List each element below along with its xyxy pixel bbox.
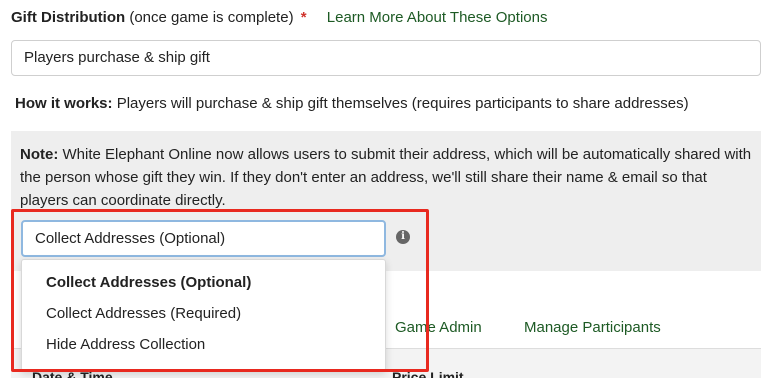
tab-manage-participants[interactable]: Manage Participants [524, 319, 661, 336]
required-marker: * [300, 9, 307, 26]
note-text: White Elephant Online now allows users t… [20, 146, 752, 209]
how-it-works-text: Players will purchase & ship gift themse… [116, 95, 689, 112]
how-it-works: How it works: Players will purchase & sh… [15, 95, 689, 112]
gift-distribution-qualifier: (once game is complete) [129, 9, 294, 26]
how-it-works-label: How it works: [15, 95, 113, 112]
gift-distribution-label-row: Gift Distribution (once game is complete… [11, 9, 547, 26]
note-text-block: Note: White Elephant Online now allows u… [20, 143, 755, 212]
learn-more-link[interactable]: Learn More About These Options [327, 9, 548, 26]
highlight-box [11, 209, 429, 372]
gift-distribution-select[interactable]: Players purchase & ship gift [11, 40, 761, 76]
gift-distribution-label: Gift Distribution [11, 9, 126, 26]
note-label: Note: [20, 146, 59, 163]
